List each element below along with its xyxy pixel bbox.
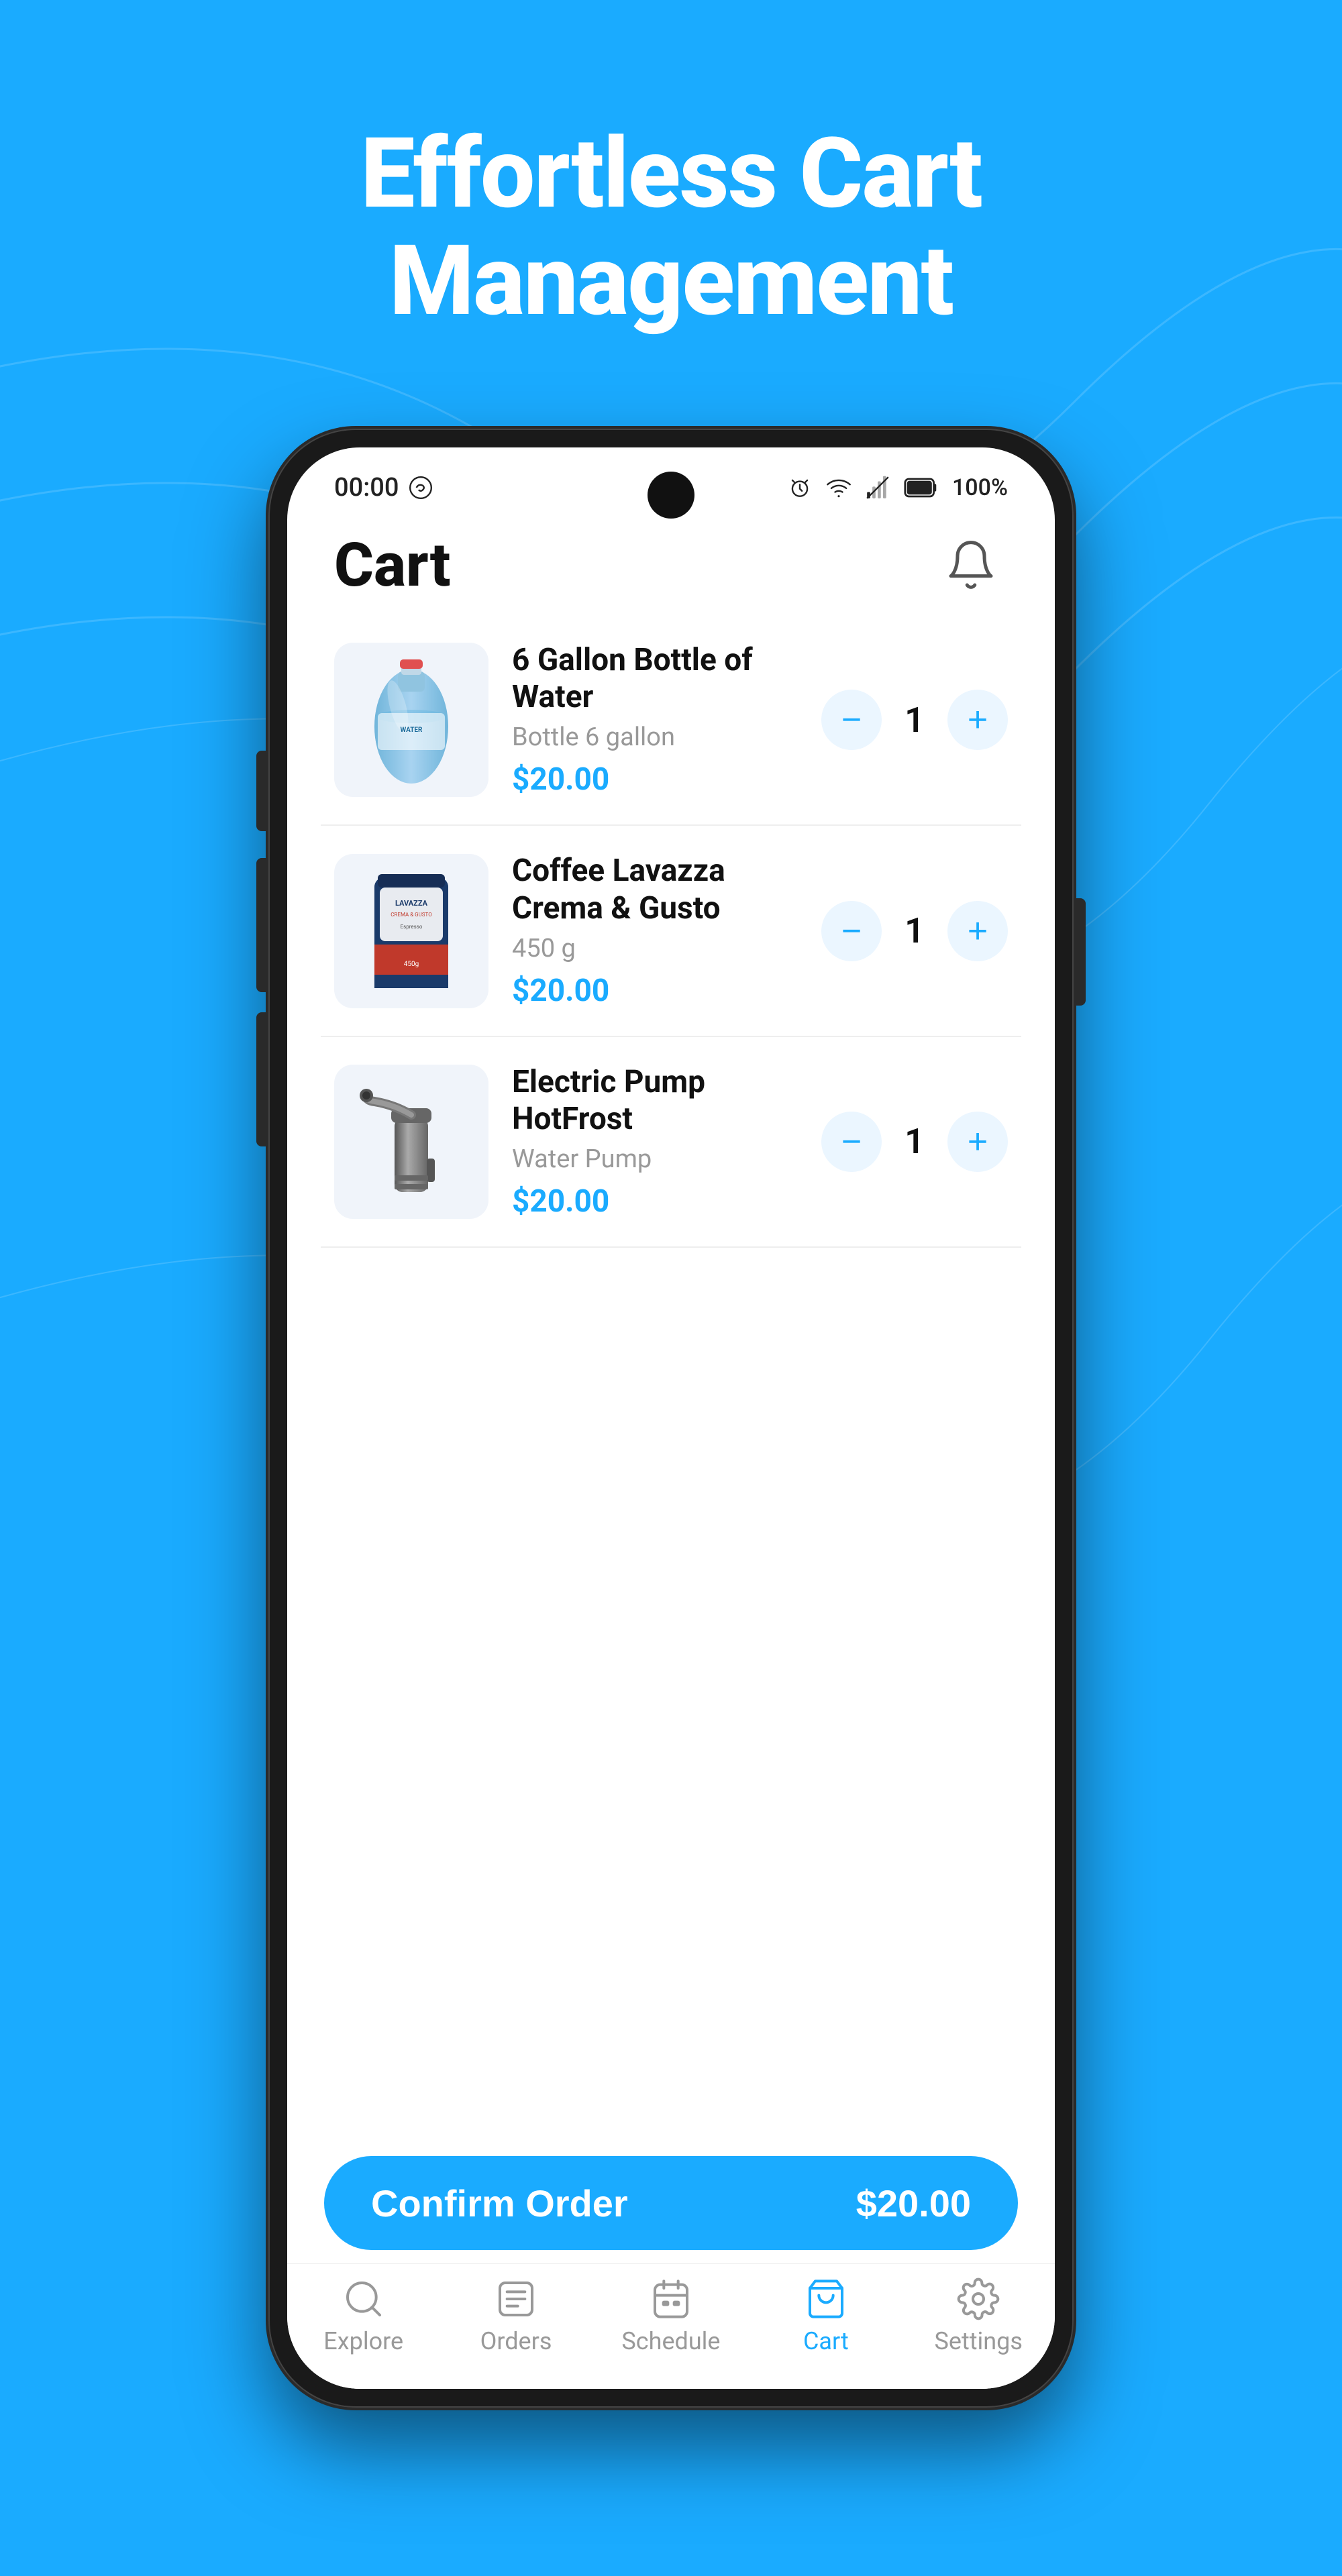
decrease-qty-button[interactable]: −	[821, 690, 882, 750]
item-qty-control-coffee: − 1 +	[821, 901, 1008, 961]
table-row: LAVAZZA CREMA & GUSTO Espresso 450g Coff…	[321, 826, 1021, 1036]
item-info-water-bottle: 6 Gallon Bottle of Water Bottle 6 gallon…	[512, 642, 798, 798]
hero-title: Effortless Cart Management	[360, 121, 981, 335]
battery-icon	[904, 475, 939, 500]
confirm-order-price: $20.00	[856, 2182, 971, 2225]
nav-item-schedule[interactable]: Schedule	[621, 2277, 720, 2355]
cart-icon	[805, 2277, 847, 2320]
item-qty-control: − 1 +	[821, 690, 1008, 750]
svg-text:CREMA & GUSTO: CREMA & GUSTO	[391, 912, 432, 918]
item-image-coffee: LAVAZZA CREMA & GUSTO Espresso 450g	[334, 854, 488, 1008]
alarm-icon	[787, 475, 813, 500]
phone-screen: 00:00	[287, 447, 1055, 2389]
nav-label-settings: Settings	[935, 2327, 1023, 2355]
svg-text:LAVAZZA: LAVAZZA	[395, 899, 428, 908]
battery-percentage: 100%	[952, 474, 1008, 501]
item-image-water-bottle: WATER	[334, 643, 488, 797]
app-title: Cart	[334, 530, 450, 600]
bottom-nav: Explore Orders	[287, 2263, 1055, 2389]
item-name: 6 Gallon Bottle of Water	[512, 642, 798, 716]
item-subtitle: Bottle 6 gallon	[512, 722, 798, 752]
nav-label-cart: Cart	[803, 2327, 849, 2355]
phone-mockup: 00:00	[268, 429, 1074, 2408]
power-button	[1074, 898, 1086, 1006]
svg-text:Espresso: Espresso	[401, 924, 423, 930]
item-subtitle: Water Pump	[512, 1144, 798, 1174]
whatsapp-icon	[408, 475, 433, 500]
water-bottle-image: WATER	[358, 653, 465, 787]
wifi-icon	[826, 475, 851, 500]
nav-label-explore: Explore	[323, 2327, 403, 2355]
pump-image	[354, 1078, 468, 1205]
table-row: Electric Pump HotFrost Water Pump $20.00…	[321, 1037, 1021, 1248]
item-qty-control-pump: − 1 +	[821, 1112, 1008, 1172]
increase-qty-button[interactable]: +	[947, 1112, 1008, 1172]
item-price: $20.00	[512, 973, 798, 1009]
phone-shell: 00:00	[268, 429, 1074, 2408]
item-price: $20.00	[512, 1183, 798, 1220]
coffee-image: LAVAZZA CREMA & GUSTO Espresso 450g	[361, 864, 462, 998]
increase-qty-button[interactable]: +	[947, 690, 1008, 750]
qty-value: 1	[898, 700, 931, 741]
item-price: $20.00	[512, 761, 798, 798]
item-image-pump	[334, 1065, 488, 1219]
item-subtitle: 450 g	[512, 934, 798, 963]
nav-item-orders[interactable]: Orders	[469, 2277, 563, 2355]
item-info-pump: Electric Pump HotFrost Water Pump $20.00	[512, 1064, 798, 1220]
volume-down-button	[256, 1012, 268, 1146]
decrease-qty-button[interactable]: −	[821, 1112, 882, 1172]
orders-icon	[495, 2277, 537, 2320]
qty-value: 1	[898, 1121, 931, 1162]
explore-icon	[342, 2277, 385, 2320]
confirm-order-button[interactable]: Confirm Order $20.00	[324, 2156, 1018, 2250]
silent-button	[256, 751, 268, 831]
nav-item-settings[interactable]: Settings	[931, 2277, 1025, 2355]
qty-value: 1	[898, 910, 931, 951]
camera-notch	[648, 472, 694, 519]
signal-icon	[865, 475, 890, 500]
svg-text:450g: 450g	[404, 961, 419, 968]
schedule-icon	[650, 2277, 692, 2320]
item-name: Electric Pump HotFrost	[512, 1064, 798, 1138]
nav-label-orders: Orders	[480, 2327, 552, 2355]
cart-items-list: WATER 6 Gallon Bottle of Water	[287, 615, 1055, 2136]
bottom-bar: Confirm Order $20.00	[287, 2136, 1055, 2263]
confirm-order-label: Confirm Order	[371, 2182, 628, 2225]
volume-up-button	[256, 858, 268, 992]
nav-item-cart[interactable]: Cart	[779, 2277, 873, 2355]
decrease-qty-button[interactable]: −	[821, 901, 882, 961]
notification-button[interactable]	[934, 528, 1008, 602]
item-info-coffee: Coffee Lavazza Crema & Gusto 450 g $20.0…	[512, 853, 798, 1008]
increase-qty-button[interactable]: +	[947, 901, 1008, 961]
status-time: 00:00	[334, 473, 433, 502]
app-header: Cart	[287, 508, 1055, 615]
nav-item-explore[interactable]: Explore	[317, 2277, 411, 2355]
item-name: Coffee Lavazza Crema & Gusto	[512, 853, 798, 926]
bell-icon	[944, 538, 998, 592]
settings-icon	[957, 2277, 1000, 2320]
svg-text:WATER: WATER	[401, 727, 423, 734]
status-icons-right: 100%	[787, 474, 1008, 501]
table-row: WATER 6 Gallon Bottle of Water	[321, 615, 1021, 826]
nav-label-schedule: Schedule	[621, 2327, 720, 2355]
